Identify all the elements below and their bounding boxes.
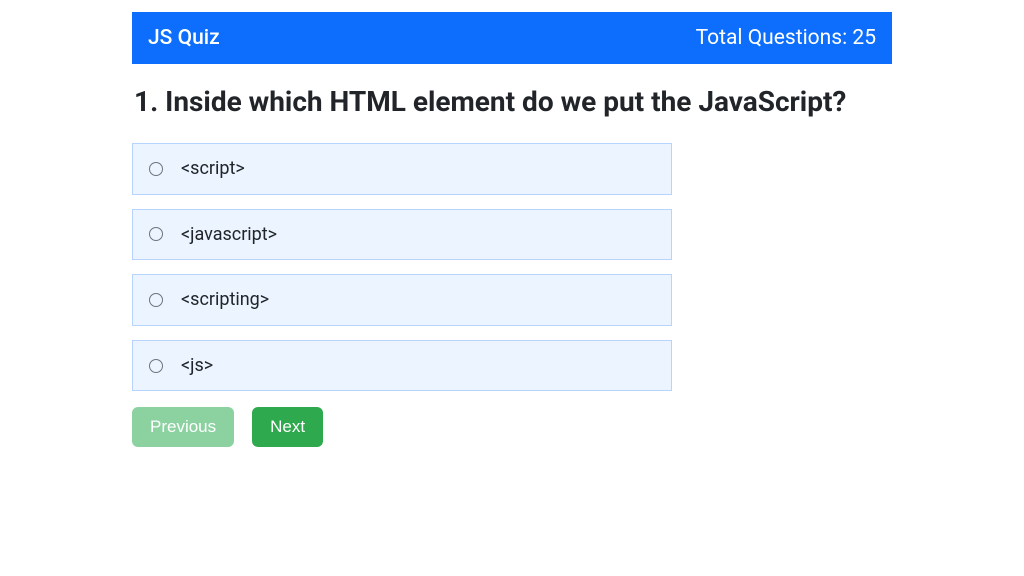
quiz-header: JS Quiz Total Questions: 25 <box>132 12 892 64</box>
radio-icon <box>149 359 163 373</box>
question-text: 1. Inside which HTML element do we put t… <box>132 84 892 119</box>
radio-icon <box>149 162 163 176</box>
question-number: 1. <box>134 85 158 118</box>
options-list: <script> <javascript> <scripting> <js> <box>132 143 672 391</box>
quiz-title: JS Quiz <box>148 26 220 50</box>
option-label: <js> <box>181 355 213 377</box>
option-label: <javascript> <box>181 224 277 246</box>
option-2[interactable]: <javascript> <box>132 209 672 261</box>
nav-buttons: Previous Next <box>132 407 892 447</box>
radio-icon <box>149 293 163 307</box>
radio-icon <box>149 227 163 241</box>
question-body: Inside which HTML element do we put the … <box>165 85 846 118</box>
option-4[interactable]: <js> <box>132 340 672 392</box>
option-1[interactable]: <script> <box>132 143 672 195</box>
quiz-container: JS Quiz Total Questions: 25 1. Inside wh… <box>132 0 892 459</box>
option-3[interactable]: <scripting> <box>132 274 672 326</box>
option-label: <scripting> <box>181 289 269 311</box>
next-button[interactable]: Next <box>252 407 323 447</box>
total-questions-label: Total Questions: 25 <box>696 26 876 50</box>
previous-button[interactable]: Previous <box>132 407 234 447</box>
option-label: <script> <box>181 158 245 180</box>
